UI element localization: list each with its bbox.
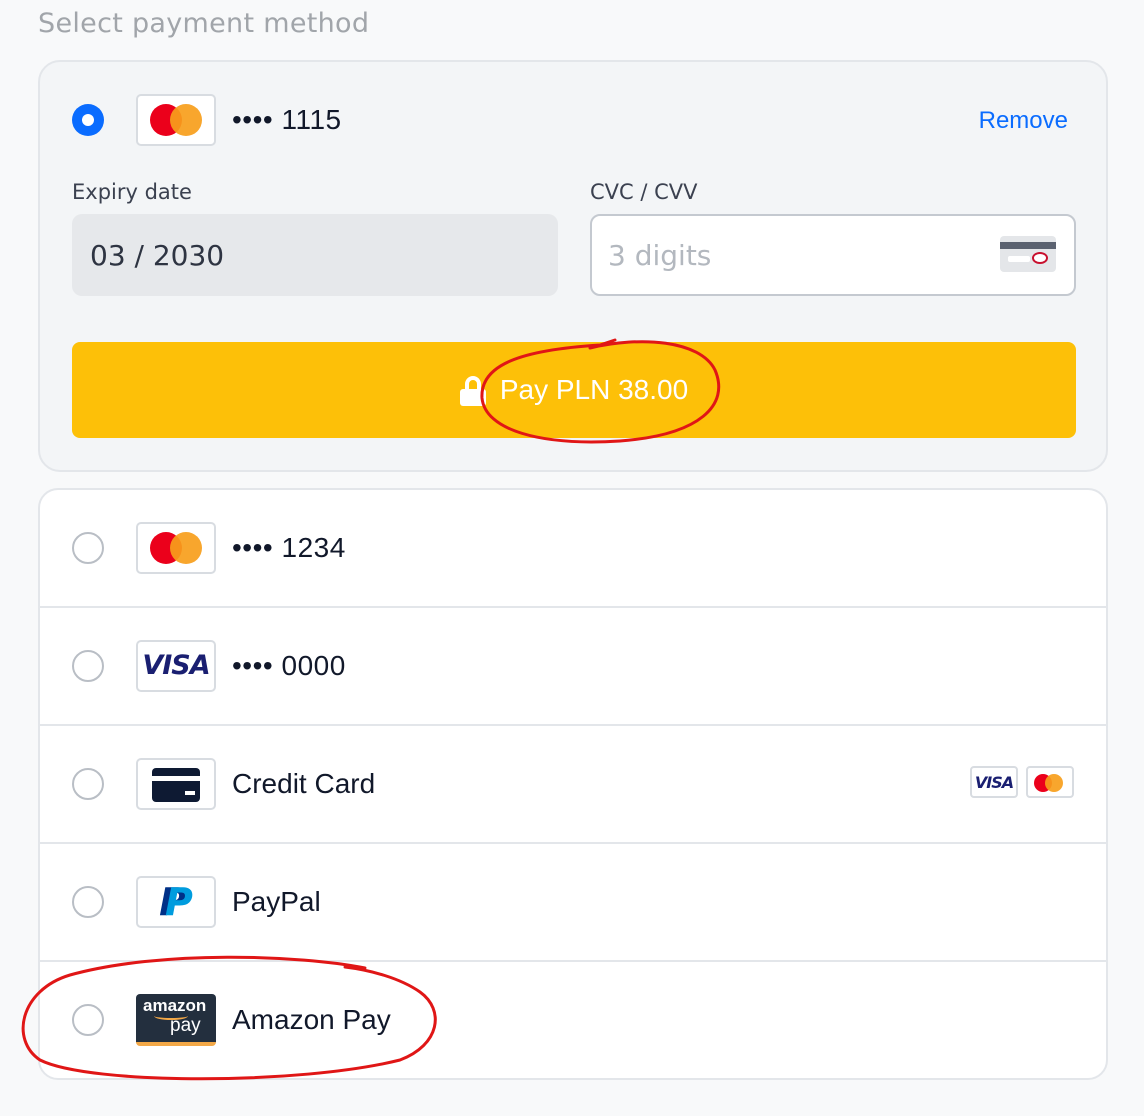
expiry-date-field: 03 / 2030 [72, 214, 558, 296]
section-title: Select payment method [38, 8, 370, 39]
method-radio[interactable] [72, 768, 104, 800]
payment-methods-list: •••• 1234 VISA •••• 0000 Credit Card VIS… [38, 488, 1108, 1080]
mastercard-orange-circle [170, 104, 202, 136]
mastercard-logo [136, 522, 216, 574]
credit-card-icon [136, 758, 216, 810]
method-row-credit-card[interactable]: Credit Card VISA [40, 726, 1106, 844]
mastercard-logo [136, 94, 216, 146]
method-row-visa-0000[interactable]: VISA •••• 0000 [40, 608, 1106, 726]
pay-button-label: Pay PLN 38.00 [499, 374, 689, 405]
method-row-paypal[interactable]: PP PayPal [40, 844, 1106, 962]
method-row-amazon-pay[interactable]: amazon pay Amazon Pay [40, 962, 1106, 1078]
amazon-pay-logo: amazon pay [136, 994, 216, 1046]
selected-card-number: •••• 1115 [232, 104, 342, 135]
method-label: PayPal [232, 886, 321, 917]
selected-card-panel: •••• 1115 Remove Expiry date CVC / CVV 0… [38, 60, 1108, 472]
method-row-mastercard-1234[interactable]: •••• 1234 [40, 490, 1106, 608]
method-radio[interactable] [72, 1004, 104, 1036]
cvc-label: CVC / CVV [590, 180, 698, 204]
expiry-date-label: Expiry date [72, 180, 192, 204]
mastercard-mini-logo [1026, 766, 1074, 798]
method-label: Amazon Pay [232, 1004, 391, 1035]
method-radio[interactable] [72, 650, 104, 682]
method-radio[interactable] [72, 886, 104, 918]
method-radio[interactable] [72, 532, 104, 564]
pay-button[interactable]: Pay PLN 38.00 [72, 342, 1076, 438]
method-label: •••• 0000 [232, 650, 346, 681]
selected-card-radio[interactable] [72, 104, 104, 136]
visa-mini-logo: VISA [970, 766, 1018, 798]
visa-logo: VISA [136, 640, 216, 692]
remove-card-link[interactable]: Remove [979, 107, 1068, 135]
lock-icon [459, 376, 486, 406]
paypal-logo: PP [136, 876, 216, 928]
method-label: •••• 1234 [232, 532, 346, 563]
card-back-cvc-icon [1000, 236, 1056, 272]
method-label: Credit Card [232, 768, 376, 799]
